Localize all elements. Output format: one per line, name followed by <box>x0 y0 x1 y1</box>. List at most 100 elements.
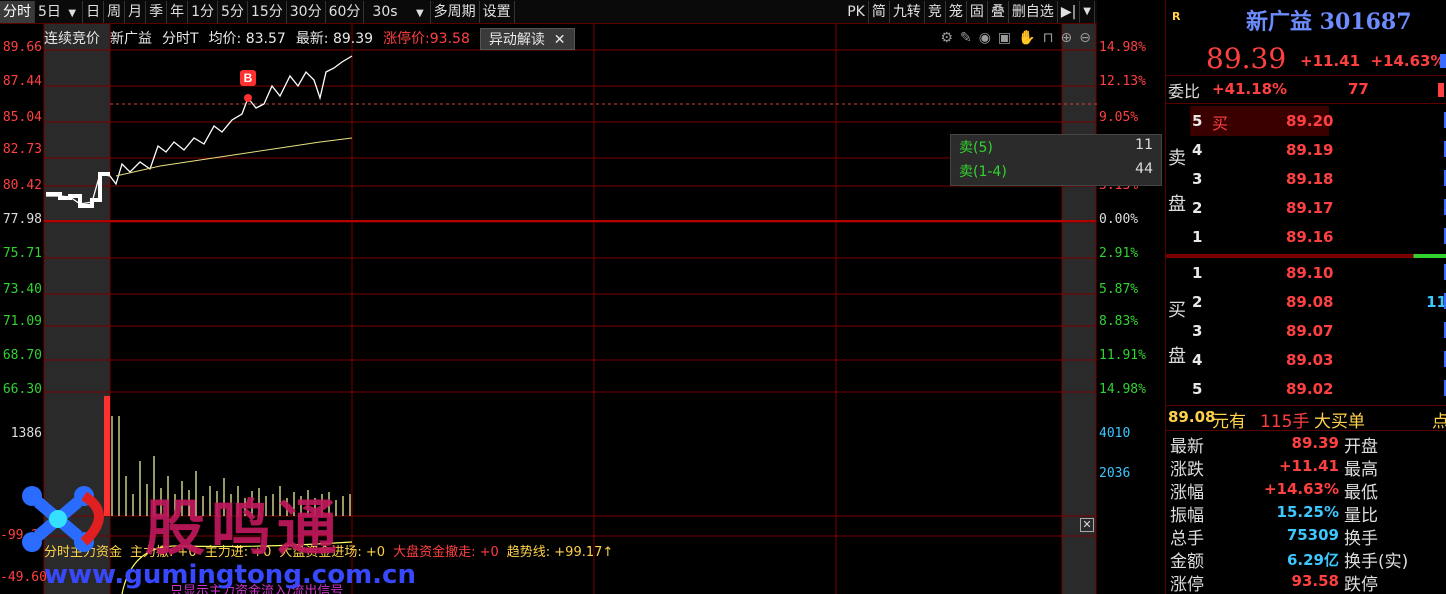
sell-level-row[interactable]: 1 89.16 <box>1190 222 1446 252</box>
box-icon[interactable]: ▣ <box>998 30 1011 46</box>
price-tick: 89.66 <box>2 40 42 55</box>
tab-season[interactable]: 季 <box>146 0 168 23</box>
pk-button[interactable]: PK <box>844 1 869 23</box>
buy-level-row[interactable]: 5 89.02 <box>1190 374 1446 404</box>
sub-axis-tick: -49.60 <box>0 570 47 585</box>
tab-multi-period[interactable]: 多周期 <box>431 0 480 23</box>
stat-row: 涨幅 +14.63% 最低 <box>1170 480 1378 503</box>
zoom-out-icon[interactable]: ⊖ <box>1079 30 1091 46</box>
chart-tools: ⚙ ✎ ◉ ▣ ✋ ⊓ ⊕ ⊖ <box>940 30 1091 46</box>
sell-level-row[interactable]: 3 89.18 <box>1190 164 1446 194</box>
close-icon[interactable]: ✕ <box>554 32 566 48</box>
stock-title: 新广益 301687 <box>1246 9 1412 35</box>
pct-tick: 5.87% <box>1099 282 1139 297</box>
price-change: +11.41 +14.63% <box>1300 52 1446 70</box>
pct-tick: 9.05% <box>1099 110 1139 125</box>
stock-header: R 新广益 301687 <box>1166 0 1446 40</box>
dropdown-arrow-icon: ▼ <box>415 7 424 19</box>
sell-summary-popup: 卖(5) 11 卖(1-4) 44 <box>950 134 1162 186</box>
tab-30s[interactable]: 30s ▼ <box>364 0 431 23</box>
current-price: 89.39 <box>1206 42 1287 75</box>
tab-5day[interactable]: 5日 ▼ <box>35 0 84 23</box>
pct-tick: 0.00% <box>1099 212 1139 227</box>
pin-button[interactable]: 固 <box>967 1 988 23</box>
stat-row: 涨停 93.58 跌停 <box>1170 572 1378 594</box>
buy-label: 买 <box>1168 300 1186 321</box>
simple-button[interactable]: 简 <box>869 1 890 23</box>
settings-button[interactable]: 设置 <box>480 0 515 23</box>
sell-level-row[interactable]: 5 买 89.20 <box>1190 106 1446 136</box>
tab-month[interactable]: 月 <box>125 0 147 23</box>
buy-level-row[interactable]: 2 89.08 11 <box>1190 287 1446 317</box>
eye-icon[interactable]: ◉ <box>979 30 991 46</box>
sell-label: 卖 <box>1168 148 1186 169</box>
price-tick: 73.40 <box>2 282 42 297</box>
tab-5min[interactable]: 5分 <box>218 0 248 23</box>
buy-level-row[interactable]: 1 89.10 <box>1190 258 1446 288</box>
buy-signal-dot <box>244 94 252 102</box>
pct-tick: 14.98% <box>1099 40 1146 55</box>
tab-60min[interactable]: 60分 <box>326 0 365 23</box>
r-badge: R <box>1172 10 1181 23</box>
expand-icon[interactable] <box>1440 54 1446 68</box>
buy-level-row[interactable]: 4 89.03 <box>1190 345 1446 375</box>
period-toolbar: 分时 5日 ▼ 日 周 月 季 年 1分 5分 15分 30分 60分 30s … <box>0 0 1097 24</box>
tab-30min[interactable]: 30分 <box>287 0 326 23</box>
pct-tick: 12.13% <box>1099 74 1146 89</box>
tab-week[interactable]: 周 <box>104 0 126 23</box>
dropdown-arrow-icon[interactable]: ▼ <box>1080 1 1095 23</box>
stat-row: 振幅 15.25% 量比 <box>1170 503 1378 526</box>
sub-axis-tick: 4010 <box>1099 426 1131 441</box>
auction-band <box>1062 24 1096 594</box>
auction-status: 连续竞价 <box>44 31 100 47</box>
tab-year[interactable]: 年 <box>167 0 189 23</box>
auction-button[interactable]: 竞 <box>925 1 946 23</box>
cage-button[interactable]: 笼 <box>946 1 967 23</box>
popup-row: 卖(5) 11 <box>959 137 1153 156</box>
stat-row: 涨跌 +11.41 最高 <box>1170 457 1378 480</box>
tab-15min[interactable]: 15分 <box>248 0 287 23</box>
popup-row: 卖(1-4) 44 <box>959 161 1153 180</box>
price-tick: 71.09 <box>2 314 42 329</box>
expand-panel-icon[interactable]: ▶| <box>1058 1 1081 23</box>
sub-axis-tick: 1386 <box>10 426 42 441</box>
overlay-button[interactable]: 叠 <box>988 1 1009 23</box>
sell-level-row[interactable]: 2 89.17 <box>1190 193 1446 223</box>
intraday-chart[interactable]: B 连续竞价 新广益 分时T 均价: 83.57 最新: 89.39 涨停价:9… <box>0 24 1162 594</box>
indicator-close-icon[interactable]: ✕ <box>1080 518 1094 532</box>
stat-row: 金额 6.29亿 换手(实) <box>1170 551 1409 572</box>
chart-info-line: 连续竞价 新广益 分时T 均价: 83.57 最新: 89.39 涨停价:93.… <box>44 28 575 50</box>
tab-day[interactable]: 日 <box>83 0 105 23</box>
big-order-row: 89.08 元有 115手 大买单 点 <box>1166 405 1446 432</box>
sell-level-row[interactable]: 4 89.19 <box>1190 135 1446 165</box>
buy-signal-label: B <box>244 71 253 85</box>
price-tick: 87.44 <box>2 74 42 89</box>
price-tick: 68.70 <box>2 348 42 363</box>
buy-level-row[interactable]: 3 89.07 <box>1190 316 1446 346</box>
zoom-in-icon[interactable]: ⊕ <box>1061 30 1073 46</box>
pen-icon[interactable]: ✎ <box>960 30 972 46</box>
lock-icon[interactable]: ⊓ <box>1043 30 1054 46</box>
gear-icon[interactable]: ⚙ <box>940 30 953 46</box>
buy-label: 盘 <box>1168 346 1186 367</box>
hand-icon[interactable]: ✋ <box>1018 30 1035 46</box>
stock-name: 新广益 <box>110 31 152 47</box>
indicator-item: 大盘资金撤走: +0 <box>393 544 499 560</box>
nine-turn-button[interactable]: 九转 <box>890 1 925 23</box>
price-header: 89.39 +11.41 +14.63% <box>1166 40 1446 76</box>
price-tick: 66.30 <box>2 382 42 397</box>
pct-tick: 11.91% <box>1099 348 1146 363</box>
dropdown-arrow-icon: ▼ <box>68 7 77 19</box>
pct-tick: 8.83% <box>1099 314 1139 329</box>
quote-stats: 最新 89.39 开盘 涨跌 +11.41 最高 涨幅 +14.63% 最低 振幅 1… <box>1166 432 1446 594</box>
remove-watchlist-button[interactable]: 删自选 <box>1009 1 1058 23</box>
stat-row: 总手 75309 换手 <box>1170 526 1378 549</box>
price-tick: 80.42 <box>2 178 42 193</box>
anomaly-button[interactable]: 异动解读 ✕ <box>479 28 575 50</box>
stat-row: 最新 89.39 开盘 <box>1170 434 1378 457</box>
tab-1min[interactable]: 1分 <box>188 0 218 23</box>
price-tick: 75.71 <box>2 246 42 261</box>
avg-price: 均价: 83.57 <box>208 31 286 47</box>
tab-intraday[interactable]: 分时 <box>0 0 35 23</box>
toolbar-right-group: PK 简 九转 竞 笼 固 叠 删自选 ▶| ▼ <box>844 0 1095 24</box>
